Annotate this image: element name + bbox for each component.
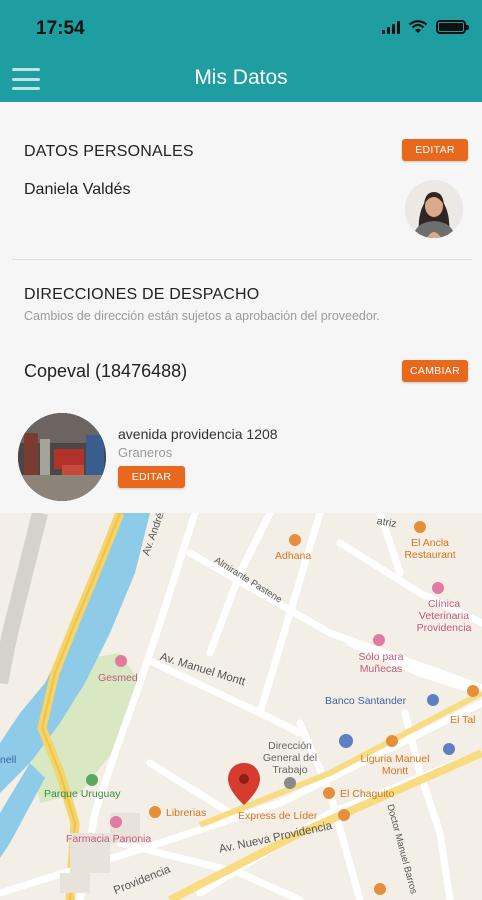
map-view[interactable]: Av. Andrés Bello Almirante Pastene Av. M… [0, 513, 482, 900]
store-image [18, 413, 106, 501]
personal-data-title: DATOS PERSONALES [24, 143, 194, 160]
express-lider-pin-icon [338, 809, 350, 821]
el-chaguito-pin-icon [323, 787, 335, 799]
battery-icon [436, 20, 469, 34]
shipping-note: Cambios de dirección están sujetos a apr… [24, 309, 380, 323]
status-bar: 17:54 [0, 0, 482, 56]
poi-farmacia-panonia[interactable]: Farmacia Panonia [66, 833, 151, 845]
section-divider [12, 259, 472, 260]
edit-address-button[interactable]: EDITAR [118, 466, 185, 488]
poi-librerias[interactable]: Librerias [166, 807, 206, 819]
poi-express-lider[interactable]: Express de Líder [238, 810, 317, 822]
librerias-pin-icon [149, 806, 161, 818]
solo-para-munecas-pin-icon [373, 634, 385, 646]
poi-banco-santander[interactable]: Banco Santander [325, 695, 406, 707]
farmacia-pin-icon [110, 816, 122, 828]
liguria-pin-icon [386, 735, 398, 747]
poi-el-tal[interactable]: El Tal [450, 714, 476, 726]
wifi-icon [408, 20, 428, 33]
poi-gesmed[interactable]: Gesmed [98, 672, 138, 684]
poi-nell[interactable]: nell [0, 754, 16, 766]
shipping-addresses-title: DIRECCIONES DE DESPACHO [24, 286, 260, 303]
page-title: Mis Datos [194, 66, 288, 89]
bottom-pin-icon [374, 883, 386, 895]
gesmed-pin-icon [115, 655, 127, 667]
adhana-pin-icon [289, 534, 301, 546]
edit-personal-button[interactable]: EDITAR [402, 139, 468, 161]
poi-parque-uruguay[interactable]: Parque Uruguay [44, 788, 120, 800]
status-time: 17:54 [36, 18, 85, 39]
transit-pin-icon [339, 734, 353, 748]
change-provider-button[interactable]: CAMBIAR [402, 360, 468, 382]
cellular-signal-icon [382, 20, 400, 34]
store-photo [18, 413, 106, 501]
avatar[interactable] [405, 180, 463, 238]
direccion-trabajo-pin-icon [284, 777, 296, 789]
poi-clinica[interactable]: Clínica Veterinaria Providencia [406, 598, 482, 634]
parque-uruguay-pin-icon [86, 774, 98, 786]
clinica-pin-icon [432, 582, 444, 594]
poi-el-chaguito[interactable]: El Chaguito [340, 788, 394, 800]
el-tal-pin-icon [467, 685, 479, 697]
poi-liguria[interactable]: Liguria Manuel Montt [355, 753, 435, 777]
poi-solo-para-munecas[interactable]: Sólo para Muñecas [348, 651, 414, 675]
poi-el-ancla[interactable]: El Ancla Restaurant [390, 537, 470, 561]
status-icons [382, 20, 469, 34]
provider-name: Copeval (18476488) [24, 361, 188, 381]
user-name: Daniela Valdés [24, 181, 131, 198]
el-ancla-pin-icon [414, 521, 426, 533]
address-city: Graneros [118, 445, 173, 460]
metro-pin-icon [443, 743, 455, 755]
poi-adhana[interactable]: Adhana [275, 550, 311, 562]
app-header: Mis Datos [0, 56, 482, 102]
poi-direccion-trabajo[interactable]: Dirección General del Trabajo [255, 740, 325, 776]
address-line: avenida providencia 1208 [118, 426, 278, 442]
user-photo [405, 180, 463, 238]
bank-pin-icon [427, 694, 439, 706]
